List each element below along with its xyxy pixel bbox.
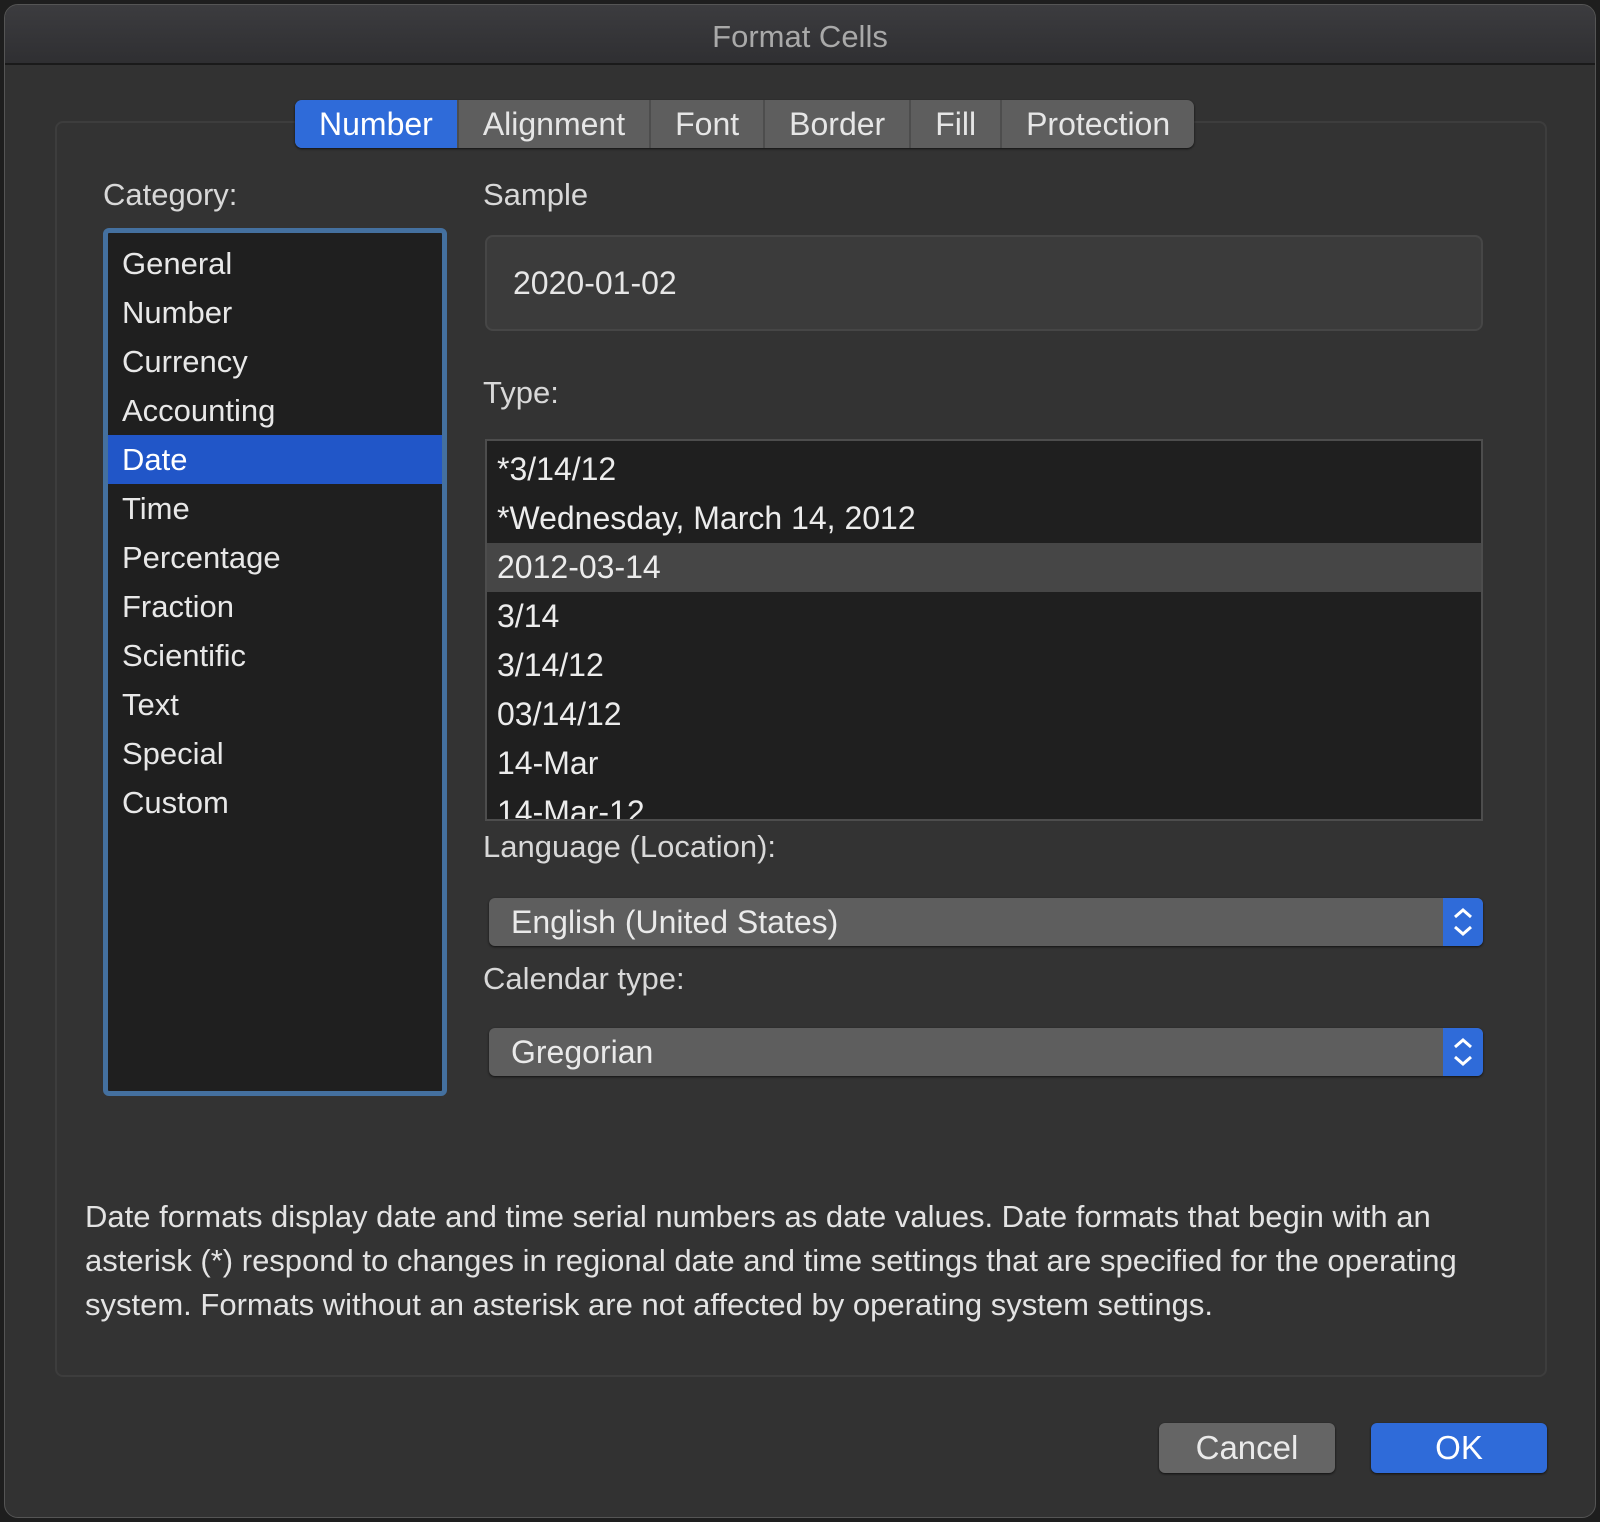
category-item-percentage[interactable]: Percentage [108,533,442,582]
cancel-button[interactable]: Cancel [1159,1423,1335,1473]
type-item[interactable]: *3/14/12 [487,445,1481,494]
calendar-value: Gregorian [511,1034,654,1070]
type-list[interactable]: *3/14/12 *Wednesday, March 14, 2012 2012… [485,439,1483,821]
tab-protection[interactable]: Protection [1002,100,1194,148]
up-down-chevron-icon[interactable] [1443,898,1483,946]
calendar-label: Calendar type: [483,961,685,996]
tab-fill[interactable]: Fill [911,100,1003,148]
category-label: Category: [103,177,238,212]
category-item-currency[interactable]: Currency [108,337,442,386]
window-title: Format Cells [712,19,888,54]
category-item-time[interactable]: Time [108,484,442,533]
category-item-general[interactable]: General [108,239,442,288]
type-item[interactable]: *Wednesday, March 14, 2012 [487,494,1481,543]
sample-value: 2020-01-02 [513,265,677,301]
language-select[interactable]: English (United States) [489,898,1483,946]
category-item-fraction[interactable]: Fraction [108,582,442,631]
tab-alignment[interactable]: Alignment [459,100,652,148]
category-item-number[interactable]: Number [108,288,442,337]
category-list[interactable]: General Number Currency Accounting Date … [103,228,447,1096]
tab-font[interactable]: Font [651,100,766,148]
sample-label: Sample [483,177,589,212]
language-value: English (United States) [511,904,839,940]
tab-bar: Number Alignment Font Border Fill Protec… [295,100,1195,148]
format-cells-dialog: Format Cells Number Alignment Font Borde… [4,4,1596,1518]
up-down-chevron-icon[interactable] [1443,1028,1483,1076]
language-label: Language (Location): [483,829,777,864]
category-item-date[interactable]: Date [108,435,442,484]
type-item-selected[interactable]: 2012-03-14 [487,543,1481,592]
tab-number[interactable]: Number [295,100,459,148]
sample-preview: 2020-01-02 [485,235,1483,331]
type-item[interactable]: 14-Mar-12 [487,788,1481,819]
calendar-type-select[interactable]: Gregorian [489,1028,1483,1076]
type-item[interactable]: 14-Mar [487,739,1481,788]
tab-border[interactable]: Border [765,100,912,148]
category-item-scientific[interactable]: Scientific [108,631,442,680]
format-description: Date formats display date and time seria… [85,1199,1457,1322]
type-item[interactable]: 3/14/12 [487,641,1481,690]
type-label: Type: [483,375,559,410]
category-item-accounting[interactable]: Accounting [108,386,442,435]
category-item-text[interactable]: Text [108,680,442,729]
type-item[interactable]: 03/14/12 [487,690,1481,739]
category-item-custom[interactable]: Custom [108,778,442,827]
ok-button[interactable]: OK [1371,1423,1547,1473]
category-item-special[interactable]: Special [108,729,442,778]
type-item[interactable]: 3/14 [487,592,1481,641]
title-bar[interactable]: Format Cells [5,5,1595,65]
